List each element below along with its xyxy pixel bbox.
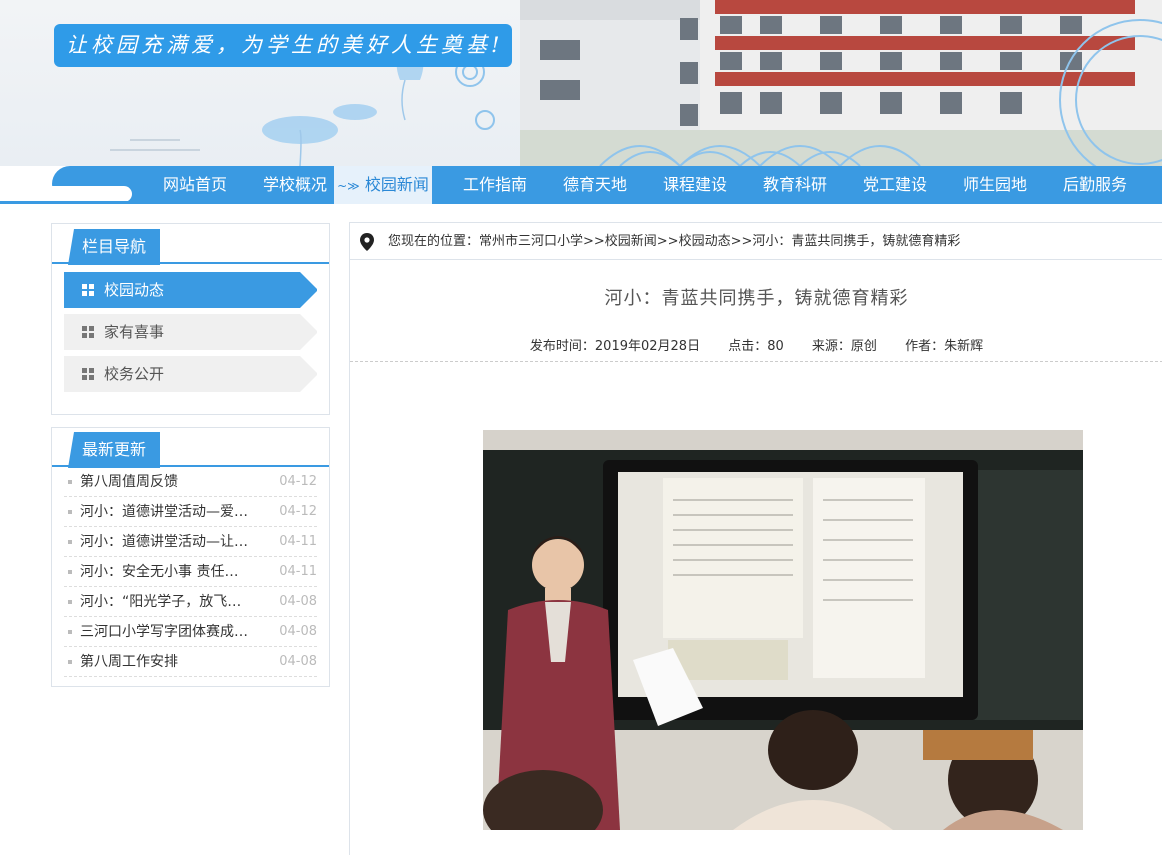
nav-item-campus-news[interactable]: ~≫ 校园新闻 — [334, 166, 432, 204]
nav-item-campus-news-label: 校园新闻 — [364, 175, 429, 194]
category-label: 校务公开 — [104, 365, 165, 383]
latest-updates-panel: 最新更新 第八周值周反馈 04-12 河小：道德讲堂活动—爱… 04-12 河小：道… — [51, 427, 330, 687]
click-count: 点击：80 — [728, 339, 784, 354]
article-title: 河小：青蓝共同携手，铸就德育精彩 — [604, 288, 909, 309]
column-nav-title: 栏目导航 — [68, 229, 160, 265]
location-pin-icon — [360, 233, 374, 251]
nav-item-research[interactable]: 教育科研 — [750, 166, 840, 204]
breadcrumb-text: 您现在的位置：常州市三河口小学>>校园新闻>>校园动态>>河小：青蓝共同携手，铸… — [388, 234, 961, 249]
publish-date: 发布时间：2019年02月28日 — [529, 339, 701, 354]
bullet-dot-icon — [68, 480, 72, 484]
article-author: 作者：朱新辉 — [905, 339, 984, 354]
article-area: 您现在的位置：常州市三河口小学>>校园新闻>>校园动态>>河小：青蓝共同携手，铸… — [349, 222, 1162, 855]
list-item[interactable]: 第八周工作安排 04-08 — [64, 647, 317, 677]
category-school-affairs[interactable]: 校务公开 — [64, 356, 317, 392]
nav-item-school-overview[interactable]: 学校概况 — [250, 166, 340, 204]
bullet-dot-icon — [68, 510, 72, 514]
bullet-dot-icon — [68, 600, 72, 604]
category-family-news[interactable]: 家有喜事 — [64, 314, 317, 350]
swirl-icon: ~≫ — [337, 179, 360, 193]
list-item[interactable]: 第八周值周反馈 04-12 — [64, 467, 317, 497]
nav-item-moral-education[interactable]: 德育天地 — [550, 166, 640, 204]
bullet-dot-icon — [68, 540, 72, 544]
list-item[interactable]: 河小：“阳光学子，放飞… 04-08 — [64, 587, 317, 617]
main-navigation: 网站首页 学校概况 ~≫ 校园新闻 工作指南 德育天地 课程建设 教育科研 党工… — [0, 166, 1162, 204]
article-meta: 发布时间：2019年02月28日 点击：80 来源：原创 作者：朱新辉 — [350, 335, 1162, 354]
grid-square-icon — [82, 284, 94, 296]
category-label: 家有喜事 — [104, 323, 165, 341]
bullet-dot-icon — [68, 630, 72, 634]
bullet-dot-icon — [68, 660, 72, 664]
list-item[interactable]: 河小：道德讲堂活动—让… 04-11 — [64, 527, 317, 557]
column-nav-panel: 栏目导航 校园动态 家有喜事 校务公开 — [51, 223, 330, 415]
latest-updates-title: 最新更新 — [68, 432, 160, 468]
nav-item-home[interactable]: 网站首页 — [150, 166, 240, 204]
nav-item-party-building[interactable]: 党工建设 — [850, 166, 940, 204]
category-label: 校园动态 — [104, 281, 165, 299]
grid-square-icon — [82, 326, 94, 338]
list-item[interactable]: 三河口小学写字团体赛成… 04-08 — [64, 617, 317, 647]
grid-square-icon — [82, 368, 94, 380]
school-slogan: 让校园充满爱，为学生的美好人生奠基! — [54, 24, 512, 67]
nav-item-logistics[interactable]: 后勤服务 — [1050, 166, 1140, 204]
bullet-dot-icon — [68, 570, 72, 574]
article-source: 来源：原创 — [811, 339, 877, 354]
list-item[interactable]: 河小：安全无小事 责任… 04-11 — [64, 557, 317, 587]
nav-item-work-guide[interactable]: 工作指南 — [450, 166, 540, 204]
header-banner: 让校园充满爱，为学生的美好人生奠基! — [0, 0, 1162, 166]
article-photo — [483, 430, 1083, 830]
category-campus-dynamics[interactable]: 校园动态 — [64, 272, 317, 308]
nav-item-teacher-student[interactable]: 师生园地 — [950, 166, 1040, 204]
breadcrumb: 您现在的位置：常州市三河口小学>>校园新闻>>校园动态>>河小：青蓝共同携手，铸… — [350, 222, 1162, 260]
nav-item-curriculum[interactable]: 课程建设 — [650, 166, 740, 204]
list-item[interactable]: 河小：道德讲堂活动—爱… 04-12 — [64, 497, 317, 527]
